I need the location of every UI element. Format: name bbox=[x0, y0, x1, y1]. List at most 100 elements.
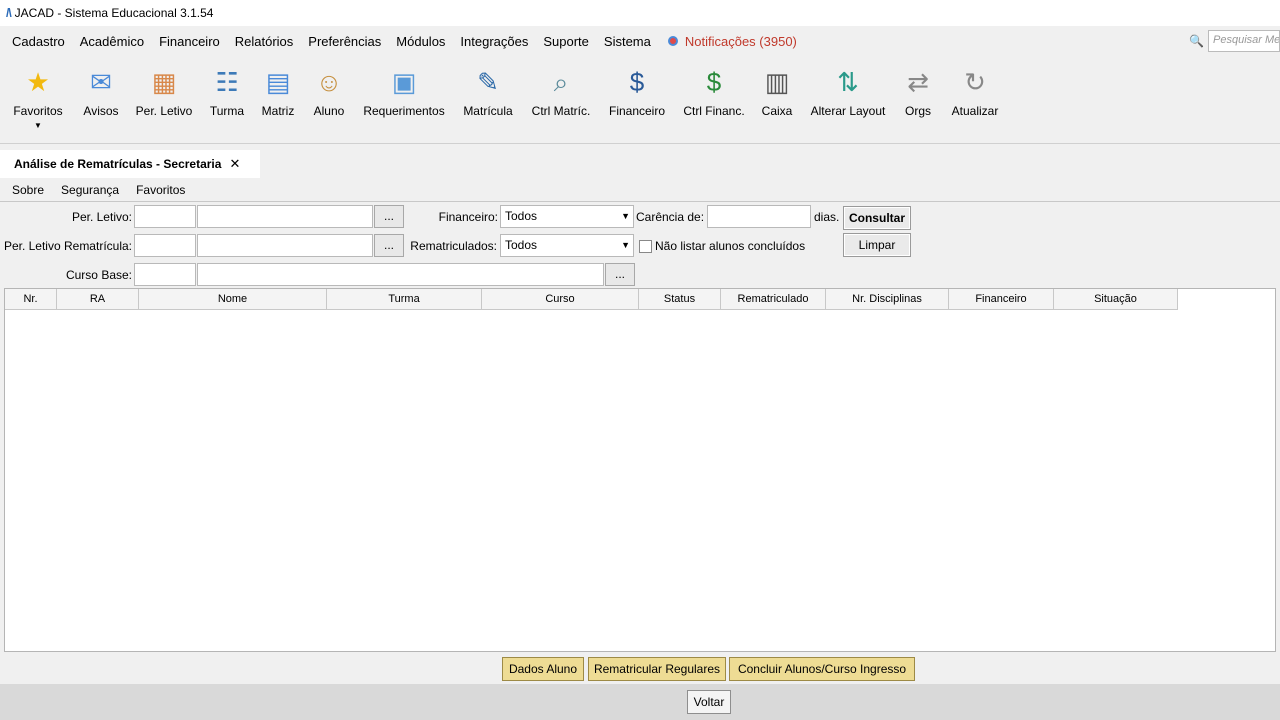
chevron-down-icon: ▼ bbox=[621, 240, 630, 250]
toolbar-financeiro-button[interactable]: $ Financeiro bbox=[606, 66, 668, 118]
per-letivo-rematricula-desc-input[interactable] bbox=[197, 234, 373, 257]
col-header-curso[interactable]: Curso bbox=[482, 289, 639, 310]
curso-base-code-input[interactable] bbox=[134, 263, 196, 286]
toolbar-avisos-label: Avisos bbox=[83, 104, 119, 118]
chevron-down-icon: ▼ bbox=[621, 211, 630, 221]
financeiro-select-value: Todos bbox=[505, 209, 538, 223]
menu-suporte[interactable]: Suporte bbox=[537, 34, 595, 49]
curso-base-desc-input[interactable] bbox=[197, 263, 604, 286]
carencia-input[interactable] bbox=[707, 205, 811, 228]
window-title: JACAD - Sistema Educacional 3.1.54 bbox=[14, 6, 214, 20]
request-document-icon: ▣ bbox=[391, 67, 417, 97]
toolbar-turma-label: Turma bbox=[209, 104, 245, 118]
dias-label: dias. bbox=[814, 210, 840, 224]
consultar-button[interactable]: Consultar bbox=[843, 206, 911, 230]
edit-document-icon: ✎ bbox=[477, 67, 499, 97]
rematricular-regulares-button[interactable]: Rematricular Regulares bbox=[588, 657, 726, 681]
toolbar: ★ Favoritos ▼ ✉ Avisos ▦ Per. Letivo ☷ T… bbox=[0, 58, 1280, 144]
toolbar-requerimentos-button[interactable]: ▣ Requerimentos bbox=[360, 66, 448, 118]
action-bar: Dados Aluno Rematricular Regulares Concl… bbox=[0, 656, 1280, 682]
toolbar-caixa-button[interactable]: ▥ Caixa bbox=[758, 66, 796, 118]
col-header-nr-disciplinas[interactable]: Nr. Disciplinas bbox=[826, 289, 949, 310]
notification-icon bbox=[667, 36, 678, 46]
search-document-icon: ⌕ bbox=[553, 67, 569, 97]
student-icon: ☺ bbox=[315, 67, 343, 97]
col-header-status[interactable]: Status bbox=[639, 289, 721, 310]
tab-title: Análise de Rematrículas - Secretaria bbox=[14, 157, 222, 171]
col-header-turma[interactable]: Turma bbox=[327, 289, 482, 310]
per-letivo-code-input[interactable] bbox=[134, 205, 196, 228]
toolbar-per-letivo-label: Per. Letivo bbox=[135, 104, 193, 118]
curso-base-label: Curso Base: bbox=[65, 268, 132, 282]
search-input[interactable]: Pesquisar Me bbox=[1208, 30, 1280, 52]
close-icon[interactable]: ✕ bbox=[229, 156, 240, 172]
col-header-nr[interactable]: Nr. bbox=[5, 289, 57, 310]
tab-analise-rematriculas[interactable]: Análise de Rematrículas - Secretaria ✕ bbox=[0, 150, 260, 178]
carencia-label: Carência de: bbox=[636, 210, 705, 224]
nao-listar-concluidos-checkbox[interactable] bbox=[639, 240, 652, 253]
curso-base-browse-button[interactable]: ... bbox=[605, 263, 635, 286]
menu-relatorios[interactable]: Relatórios bbox=[229, 34, 300, 49]
toolbar-aluno-button[interactable]: ☺ Aluno bbox=[310, 66, 348, 118]
menu-cadastro[interactable]: Cadastro bbox=[6, 34, 71, 49]
submenu-sobre[interactable]: Sobre bbox=[12, 183, 44, 197]
toolbar-matriz-button[interactable]: ▤ Matriz bbox=[259, 66, 297, 118]
toolbar-per-letivo-button[interactable]: ▦ Per. Letivo bbox=[133, 66, 195, 118]
app-logo-icon: /\ bbox=[6, 6, 12, 20]
rematriculados-select[interactable]: Todos ▼ bbox=[500, 234, 634, 257]
toolbar-ctrl-financ-button[interactable]: $ Ctrl Financ. bbox=[680, 66, 748, 118]
per-letivo-rematricula-code-input[interactable] bbox=[134, 234, 196, 257]
toolbar-matricula-button[interactable]: ✎ Matrícula bbox=[460, 66, 516, 118]
cash-register-icon: ▥ bbox=[764, 67, 790, 97]
col-header-nome[interactable]: Nome bbox=[139, 289, 327, 310]
toolbar-alterar-layout-button[interactable]: ⇅ Alterar Layout bbox=[807, 66, 889, 118]
toolbar-atualizar-button[interactable]: ↻ Atualizar bbox=[948, 66, 1002, 118]
sub-menu: Sobre Segurança Favoritos bbox=[0, 180, 202, 200]
toolbar-requerimentos-label: Requerimentos bbox=[363, 104, 445, 118]
col-header-situacao[interactable]: Situação bbox=[1054, 289, 1178, 310]
concluir-alunos-button[interactable]: Concluir Alunos/Curso Ingresso bbox=[729, 657, 915, 681]
calendar-icon: ▦ bbox=[151, 67, 177, 97]
per-letivo-label: Per. Letivo: bbox=[71, 210, 132, 224]
rematriculados-select-value: Todos bbox=[505, 238, 538, 252]
menu-preferencias[interactable]: Preferências bbox=[302, 34, 387, 49]
swap-icon: ⇅ bbox=[837, 67, 859, 97]
voltar-button[interactable]: Voltar bbox=[687, 690, 731, 714]
col-header-financeiro[interactable]: Financeiro bbox=[949, 289, 1054, 310]
arrows-icon: ⇄ bbox=[907, 67, 929, 97]
menu-academico[interactable]: Acadêmico bbox=[74, 34, 150, 49]
notifications-link[interactable]: Notificações (3950) bbox=[667, 34, 797, 49]
filter-form: Per. Letivo: ... Financeiro: Todos ▼ Car… bbox=[0, 201, 1280, 289]
submenu-favoritos[interactable]: Favoritos bbox=[136, 183, 185, 197]
toolbar-orgs-button[interactable]: ⇄ Orgs bbox=[900, 66, 936, 118]
toolbar-favoritos-button[interactable]: ★ Favoritos ▼ bbox=[12, 66, 64, 130]
toolbar-financeiro-label: Financeiro bbox=[608, 104, 666, 118]
toolbar-ctrl-matric-label: Ctrl Matríc. bbox=[531, 104, 591, 118]
menu-financeiro[interactable]: Financeiro bbox=[153, 34, 226, 49]
group-icon: ☷ bbox=[215, 67, 239, 97]
menu-sistema[interactable]: Sistema bbox=[598, 34, 657, 49]
limpar-button[interactable]: Limpar bbox=[843, 233, 911, 257]
col-header-ra[interactable]: RA bbox=[57, 289, 139, 310]
per-letivo-rematricula-label: Per. Letivo Rematrícula: bbox=[3, 239, 132, 253]
financeiro-label: Financeiro: bbox=[438, 210, 498, 224]
menu-modulos[interactable]: Módulos bbox=[390, 34, 451, 49]
dados-aluno-button[interactable]: Dados Aluno bbox=[502, 657, 584, 681]
toolbar-matricula-label: Matrícula bbox=[463, 104, 513, 118]
star-icon: ★ bbox=[26, 67, 50, 97]
toolbar-avisos-button[interactable]: ✉ Avisos bbox=[80, 66, 122, 118]
submenu-seguranca[interactable]: Segurança bbox=[61, 183, 119, 197]
per-letivo-desc-input[interactable] bbox=[197, 205, 373, 228]
toolbar-atualizar-label: Atualizar bbox=[951, 104, 999, 118]
toolbar-ctrl-matric-button[interactable]: ⌕ Ctrl Matríc. bbox=[528, 66, 594, 118]
per-letivo-rematricula-browse-button[interactable]: ... bbox=[374, 234, 404, 257]
money-hand-icon: $ bbox=[706, 67, 722, 97]
menu-bar: Cadastro Acadêmico Financeiro Relatórios… bbox=[0, 28, 1280, 54]
toolbar-turma-button[interactable]: ☷ Turma bbox=[207, 66, 247, 118]
col-header-rematriculado[interactable]: Rematriculado bbox=[721, 289, 826, 310]
financeiro-select[interactable]: Todos ▼ bbox=[500, 205, 634, 228]
results-table[interactable]: Nr. RA Nome Turma Curso Status Rematricu… bbox=[4, 288, 1276, 652]
per-letivo-browse-button[interactable]: ... bbox=[374, 205, 404, 228]
toolbar-caixa-label: Caixa bbox=[761, 104, 793, 118]
menu-integracoes[interactable]: Integrações bbox=[454, 34, 534, 49]
